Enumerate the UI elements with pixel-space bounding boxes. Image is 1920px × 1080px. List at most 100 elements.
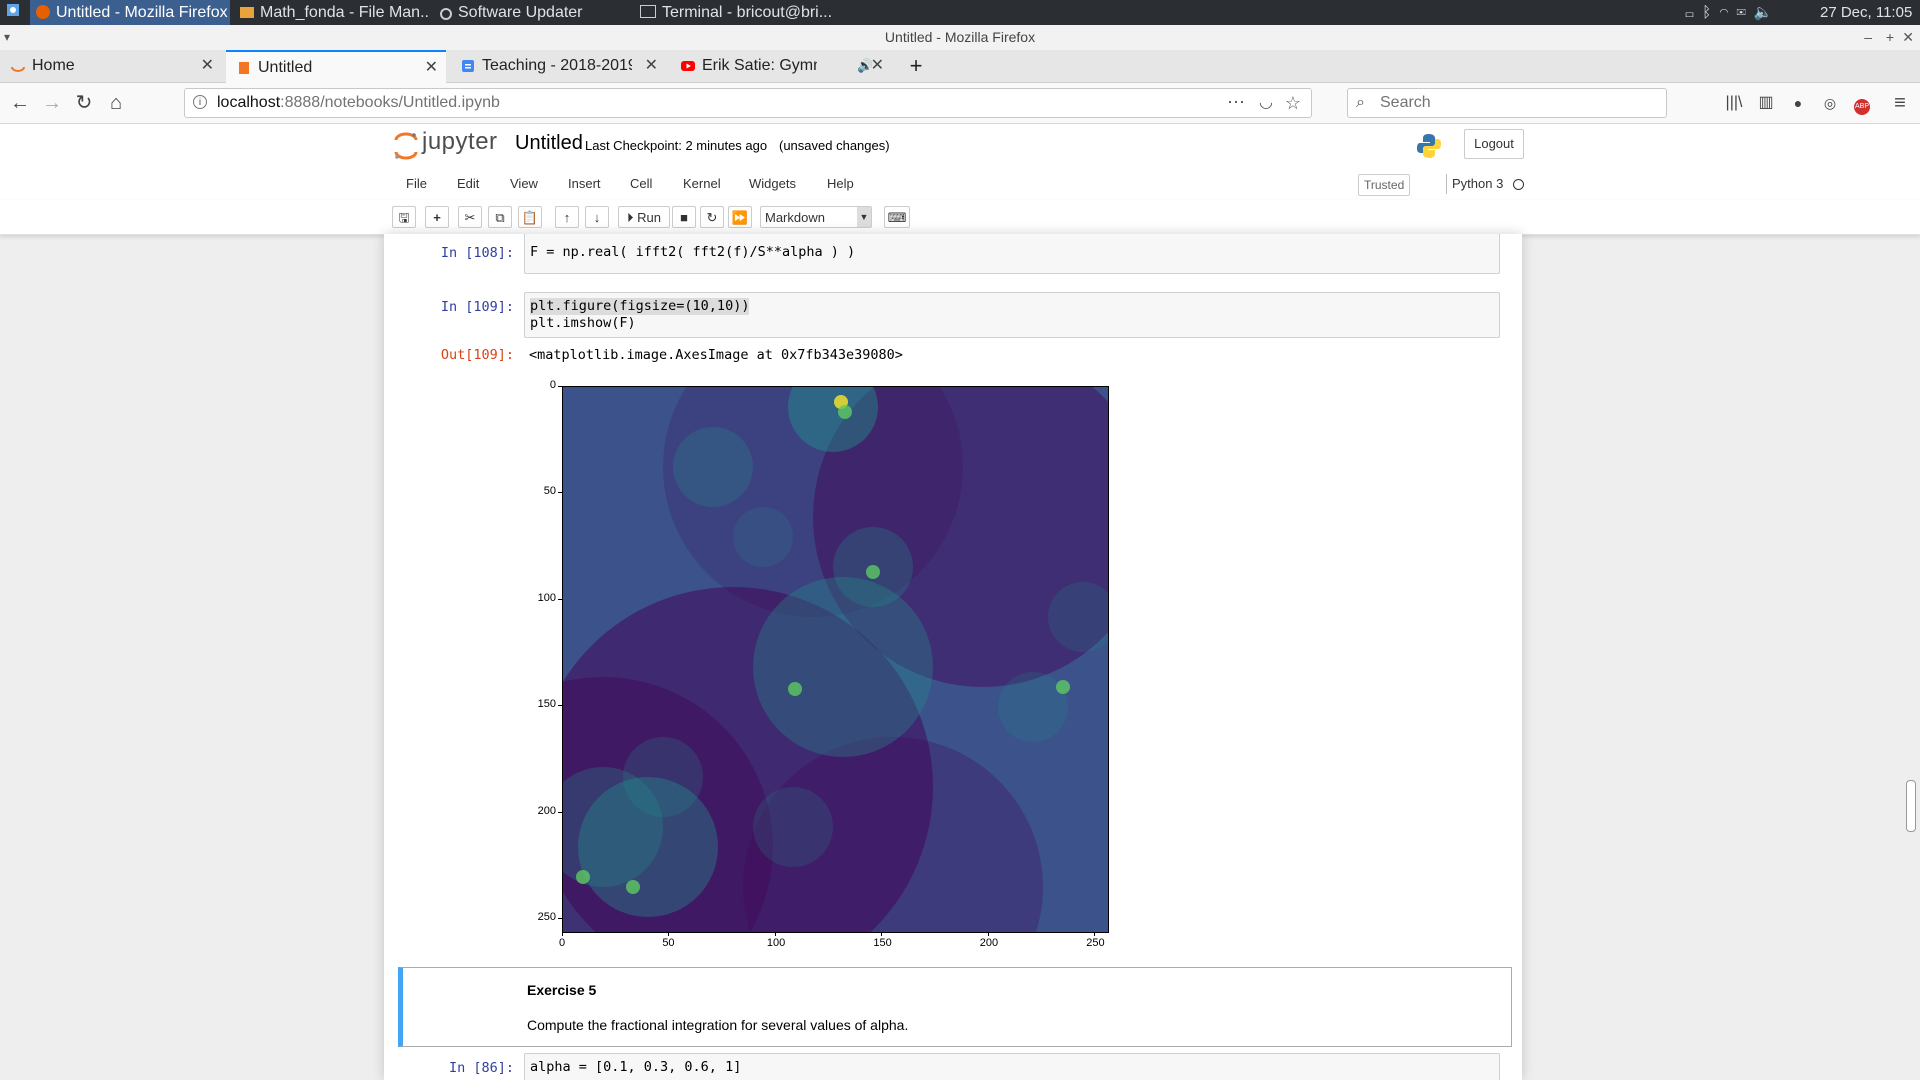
move-down-icon[interactable]: ↓ [585,206,609,228]
window-menu-icon[interactable]: ▾ [4,25,10,50]
tab-home[interactable]: Home ✕ [0,50,222,82]
x-tick-mark [881,932,883,936]
trusted-indicator[interactable]: Trusted [1358,174,1411,196]
terminal-icon [640,5,656,18]
back-icon[interactable]: ← [6,89,34,117]
extension-icon[interactable]: ● [1784,89,1812,117]
maximize-icon[interactable]: + [1886,25,1894,50]
kernel-name[interactable]: Python 3 [1452,168,1503,200]
y-tick-label: 100 [537,591,556,604]
keyboard-shortcuts-icon[interactable]: ⌨ [884,206,910,228]
cut-icon[interactable]: ✂ [458,206,482,228]
run-button[interactable]: ⏵ Run [618,206,670,228]
tab-erik-satie[interactable]: Erik Satie: Gymnopédi 🔊 ✕ [670,50,892,82]
run-label: Run [637,210,661,225]
close-tab-icon[interactable]: ✕ [645,50,658,82]
adblock-icon[interactable]: ABP [1848,89,1876,117]
new-tab-button[interactable]: + [900,50,932,82]
volume-icon: 🔈 [1753,4,1775,21]
code-cell-editor[interactable]: plt.figure(figsize=(10,10)) plt.imshow(F… [524,292,1500,338]
app-menu-icon[interactable] [4,0,24,25]
heatmap-bright-spot [576,870,590,884]
search-bar[interactable]: ⌕ Search [1347,88,1667,118]
interrupt-icon[interactable]: ■ [672,206,696,228]
close-window-icon[interactable]: ✕ [1902,25,1914,50]
system-tray[interactable]: ▭ ᛒ ◠ ✉ 🔈 [1685,0,1810,25]
logout-button[interactable]: Logout [1464,129,1524,159]
code-line: F = np.real( ifft2( fft2(f)/S**alpha ) ) [530,244,856,260]
menu-insert[interactable]: Insert [568,168,601,200]
menu-file[interactable]: File [406,168,427,200]
notebook-name[interactable]: Untitled [515,132,583,155]
y-tick-mark [558,918,562,920]
url-bar[interactable]: i localhost:8888/notebooks/Untitled.ipyn… [184,88,1312,118]
taskbar-item-terminal[interactable]: Terminal - bricout@bri... [638,0,838,25]
sync-icon[interactable]: ◎ [1816,89,1844,117]
taskbar-item-firefox[interactable]: Untitled - Mozilla Firefox [30,0,230,25]
x-tick-mark [668,932,670,936]
close-tab-icon[interactable]: ✕ [871,50,884,82]
menu-cell[interactable]: Cell [630,168,652,200]
insert-cell-icon[interactable]: + [425,206,449,228]
unsaved-status: (unsaved changes) [779,138,890,153]
menu-view[interactable]: View [510,168,538,200]
jupyter-wordmark[interactable]: jupyter [422,128,498,156]
url-host: localhost [217,94,281,111]
info-icon[interactable]: i [193,95,207,109]
taskbar-item-file-manager[interactable]: Math_fonda - File Man... [238,0,428,25]
updater-icon [440,8,452,20]
x-tick-mark [1094,932,1096,936]
save-icon[interactable]: 🖫 [392,206,416,228]
menu-widgets[interactable]: Widgets [749,168,796,200]
code-cell-editor[interactable]: F = np.real( ifft2( fft2(f)/S**alpha ) ) [524,234,1500,274]
clock[interactable]: 27 Dec, 11:05 [1820,0,1920,25]
kernel-idle-icon [1513,179,1524,190]
paste-icon[interactable]: 📋 [518,206,542,228]
tab-untitled[interactable]: Untitled ✕ [226,50,446,83]
x-tick-label: 200 [979,937,999,949]
page-actions-icon[interactable]: ⋯ [1227,89,1245,115]
heatmap-region [998,672,1068,742]
home-icon[interactable]: ⌂ [102,89,130,117]
taskbar-item-label: Math_fonda - File Man... [260,4,428,21]
url-text: localhost:8888/notebooks/Untitled.ipynb [217,89,500,117]
hamburger-menu-icon[interactable]: ≡ [1886,89,1914,117]
jupyter-logo-icon[interactable] [393,132,419,160]
copy-icon[interactable]: ⧉ [488,206,512,228]
exercise-text: Compute the fractional integration for s… [527,1017,909,1033]
url-path: :8888/notebooks/Untitled.ipynb [280,94,500,111]
exercise-heading: Exercise 5 [527,982,597,998]
taskbar-item-software-updater[interactable]: Software Updater [438,0,608,25]
sidebar-icon[interactable]: ▥ [1752,89,1780,117]
menu-kernel[interactable]: Kernel [683,168,721,200]
menu-edit[interactable]: Edit [457,168,479,200]
minimize-icon[interactable]: – [1864,25,1872,50]
search-input[interactable]: Search [1380,89,1431,117]
code-cell-editor[interactable]: alpha = [0.1, 0.3, 0.6, 1] [524,1053,1500,1080]
taskbar-item-label: Untitled - Mozilla Firefox [56,4,228,21]
close-tab-icon[interactable]: ✕ [201,50,214,82]
library-icon[interactable]: |||\ [1720,89,1748,117]
restart-run-all-icon[interactable]: ⏩ [728,206,752,228]
restart-icon[interactable]: ↻ [700,206,724,228]
input-prompt: In [108]: [440,245,514,261]
tab-teaching[interactable]: Teaching - 2018-2019 - ✕ [450,50,666,82]
heatmap-region [673,427,753,507]
pocket-icon[interactable]: ◡ [1259,89,1273,117]
output-text: <matplotlib.image.AxesImage at 0x7fb343e… [529,347,903,363]
reload-icon[interactable]: ↻ [70,89,98,117]
youtube-favicon-icon [681,61,695,71]
cell-type-select[interactable]: Markdown ▼ [760,206,872,228]
bookmark-star-icon[interactable]: ☆ [1285,89,1301,117]
page-scrollbar-thumb[interactable] [1906,780,1916,832]
x-tick-mark [987,932,989,936]
forward-icon[interactable]: → [38,89,66,117]
markdown-cell-selected[interactable]: Exercise 5 Compute the fractional integr… [398,967,1512,1047]
y-tick-mark [558,705,562,707]
move-up-icon[interactable]: ↑ [555,206,579,228]
menu-help[interactable]: Help [827,168,854,200]
menu-divider [1446,174,1447,194]
heatmap-bright-spot [626,880,640,894]
code-line: plt.imshow(F) [530,315,636,331]
close-tab-icon[interactable]: ✕ [425,52,438,84]
